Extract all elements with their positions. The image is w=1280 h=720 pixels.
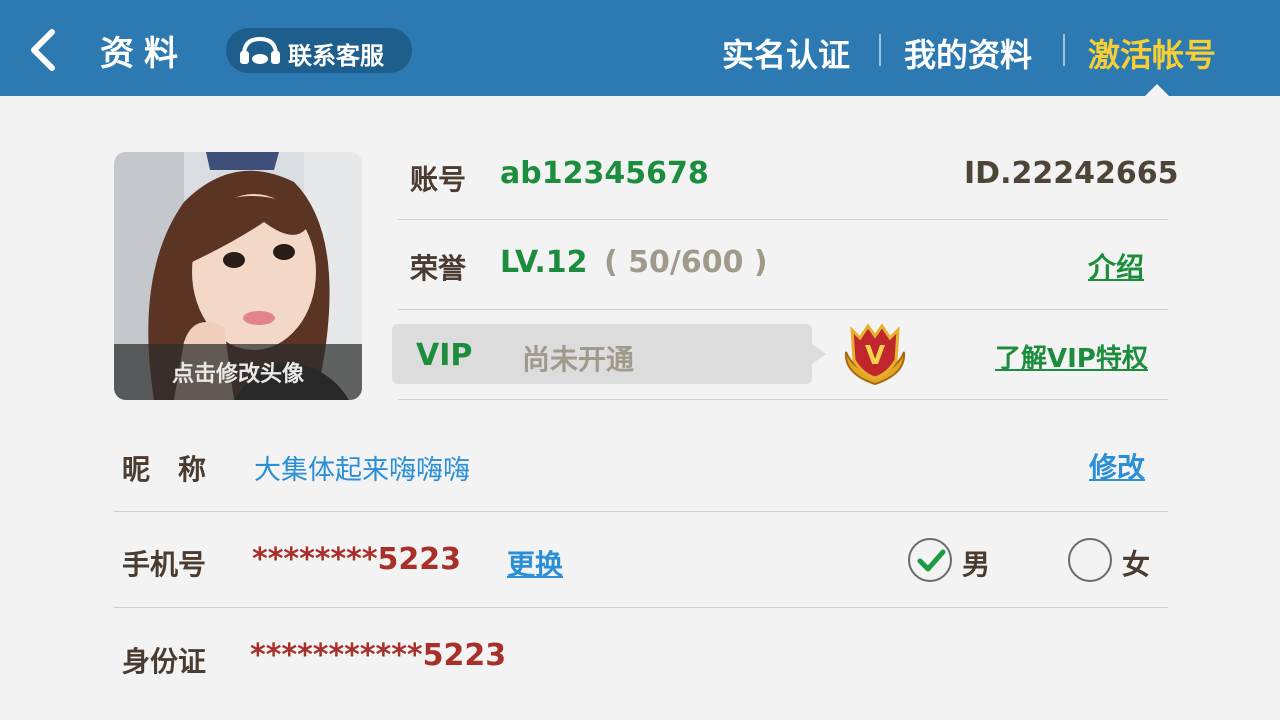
vip-badge-letter: V	[865, 341, 885, 371]
avatar[interactable]: 点击修改头像	[114, 152, 362, 400]
divider	[398, 309, 1168, 310]
honor-label: 荣誉	[410, 252, 467, 285]
divider	[398, 219, 1168, 220]
tab-divider	[879, 34, 881, 66]
page-title: 资料	[100, 34, 188, 74]
avatar-caption-overlay: 点击修改头像	[114, 344, 362, 400]
divider	[114, 511, 1168, 512]
tab-real-name-verification[interactable]: 实名认证	[722, 30, 850, 76]
top-bar: 资料 联系客服 实名认证 我的资料 激活帐号	[0, 0, 1280, 96]
honor-progress: ( 50/600 )	[604, 245, 768, 280]
tab-divider	[1063, 34, 1065, 66]
checkmark-icon	[917, 549, 946, 572]
vip-privileges-link[interactable]: 了解VIP特权	[995, 338, 1148, 375]
change-phone-link[interactable]: 更换	[507, 543, 563, 583]
phone-value: ********5223	[252, 542, 462, 577]
headset-icon	[240, 36, 280, 64]
vip-crown-badge-icon: V	[844, 323, 906, 386]
tab-activate-account[interactable]: 激活帐号	[1088, 30, 1216, 76]
gender-male-label: 男	[962, 548, 991, 581]
active-tab-indicator	[1145, 84, 1169, 96]
phone-label: 手机号	[122, 548, 207, 581]
gender-female-radio[interactable]	[1068, 538, 1112, 582]
edit-nickname-link[interactable]: 修改	[1089, 446, 1145, 486]
divider	[398, 399, 1168, 400]
divider	[114, 607, 1168, 608]
tab-my-profile[interactable]: 我的资料	[904, 30, 1032, 76]
nickname-label: 昵 称	[122, 453, 207, 486]
vip-status: 尚未开通	[522, 343, 635, 376]
account-label: 账号	[410, 163, 467, 196]
gender-female-label: 女	[1122, 548, 1151, 581]
vip-label: VIP	[416, 338, 473, 373]
honor-level: LV.12	[500, 245, 588, 280]
gender-male-radio[interactable]	[908, 538, 952, 582]
contact-support-button[interactable]: 联系客服	[226, 28, 412, 73]
user-id: ID.22242665	[964, 156, 1179, 191]
id-card-label: 身份证	[122, 645, 207, 678]
nickname-value: 大集体起来嗨嗨嗨	[254, 455, 470, 486]
change-avatar-label: 点击修改头像	[171, 362, 304, 387]
back-button[interactable]	[22, 26, 66, 74]
honor-intro-link[interactable]: 介绍	[1088, 246, 1144, 286]
id-card-value: ***********5223	[250, 638, 507, 673]
account-value: ab12345678	[500, 156, 709, 191]
back-arrow-icon	[31, 29, 55, 71]
vip-box-pointer	[812, 344, 826, 364]
contact-support-label: 联系客服	[288, 42, 384, 70]
